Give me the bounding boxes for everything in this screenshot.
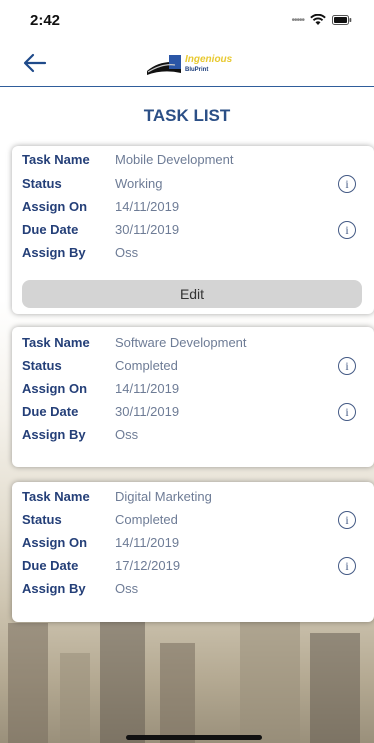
battery-icon xyxy=(332,15,352,25)
assign-on-row: Assign On 14/11/2019 xyxy=(22,381,362,401)
due-date-value: 17/12/2019 xyxy=(115,558,181,573)
status-value: Completed xyxy=(115,512,178,527)
status-info-icon[interactable]: i xyxy=(338,511,356,529)
assign-on-label: Assign On xyxy=(22,199,88,214)
status-label: Status xyxy=(22,512,62,527)
edit-button[interactable]: Edit xyxy=(22,280,362,308)
due-date-label: Due Date xyxy=(22,404,79,419)
background-building xyxy=(310,633,360,743)
logo-subtitle: BluPrint xyxy=(185,67,209,73)
wifi-icon xyxy=(310,14,326,26)
status-label: Status xyxy=(22,358,62,373)
due-date-label: Due Date xyxy=(22,558,79,573)
background-building xyxy=(240,613,300,743)
background-building xyxy=(8,623,48,743)
assign-by-label: Assign By xyxy=(22,245,86,260)
assign-on-value: 14/11/2019 xyxy=(115,199,180,214)
task-name-label: Task Name xyxy=(22,489,90,504)
background-building xyxy=(160,643,195,743)
task-card: Task Name Digital Marketing Status Compl… xyxy=(12,482,374,622)
task-name-row: Task Name Digital Marketing xyxy=(22,489,362,509)
assign-by-value: Oss xyxy=(115,245,139,260)
due-date-row: Due Date 30/11/2019 i xyxy=(22,221,362,242)
status-label: Status xyxy=(22,176,62,191)
due-date-value: 30/11/2019 xyxy=(115,222,180,237)
arrow-left-icon xyxy=(23,53,47,73)
task-card: Task Name Mobile Development Status Work… xyxy=(12,146,374,314)
due-date-info-icon[interactable]: i xyxy=(338,221,356,239)
page-title: TASK LIST xyxy=(143,106,231,125)
background-building xyxy=(100,603,145,743)
assign-by-value: Oss xyxy=(115,581,139,596)
assign-on-value: 14/11/2019 xyxy=(115,535,180,550)
background-building xyxy=(60,653,90,743)
status-info-icon[interactable]: i xyxy=(338,175,356,193)
status-value: Completed xyxy=(115,358,178,373)
assign-by-row: Assign By Oss xyxy=(22,245,362,265)
app-logo: Ingenious BluPrint xyxy=(145,50,251,78)
status-bar: 2:42 ••••• xyxy=(0,0,374,40)
logo-emblem-icon xyxy=(147,55,181,75)
task-card: Task Name Software Development Status Co… xyxy=(12,327,374,467)
task-name-label: Task Name xyxy=(22,152,90,167)
task-name-value: Software Development xyxy=(115,335,247,350)
task-name-value: Digital Marketing xyxy=(115,489,212,504)
system-icons: ••••• xyxy=(291,14,352,26)
nav-bar: Ingenious BluPrint xyxy=(0,40,374,87)
due-date-info-icon[interactable]: i xyxy=(338,403,356,421)
assign-on-label: Assign On xyxy=(22,535,88,550)
due-date-row: Due Date 17/12/2019 i xyxy=(22,557,362,578)
assign-on-label: Assign On xyxy=(22,381,88,396)
due-date-info-icon[interactable]: i xyxy=(338,557,356,575)
task-name-label: Task Name xyxy=(22,335,90,350)
logo-title: Ingenious xyxy=(185,54,233,65)
due-date-label: Due Date xyxy=(22,222,79,237)
home-indicator[interactable] xyxy=(126,735,262,740)
task-name-value: Mobile Development xyxy=(115,152,234,167)
back-button[interactable] xyxy=(20,48,50,78)
status-row: Status Working i xyxy=(22,175,362,196)
task-name-row: Task Name Software Development xyxy=(22,335,362,355)
assign-by-label: Assign By xyxy=(22,581,86,596)
status-row: Status Completed i xyxy=(22,511,362,532)
signal-icon: ••••• xyxy=(291,14,304,26)
assign-on-value: 14/11/2019 xyxy=(115,381,180,396)
status-time: 2:42 xyxy=(30,11,61,29)
assign-by-row: Assign By Oss xyxy=(22,427,362,447)
assign-on-row: Assign On 14/11/2019 xyxy=(22,535,362,555)
status-info-icon[interactable]: i xyxy=(338,357,356,375)
status-value: Working xyxy=(115,176,163,191)
due-date-value: 30/11/2019 xyxy=(115,404,180,419)
assign-by-label: Assign By xyxy=(22,427,86,442)
assign-by-value: Oss xyxy=(115,427,139,442)
due-date-row: Due Date 30/11/2019 i xyxy=(22,403,362,424)
status-row: Status Completed i xyxy=(22,357,362,378)
assign-by-row: Assign By Oss xyxy=(22,581,362,601)
assign-on-row: Assign On 14/11/2019 xyxy=(22,199,362,219)
task-name-row: Task Name Mobile Development xyxy=(22,152,362,172)
